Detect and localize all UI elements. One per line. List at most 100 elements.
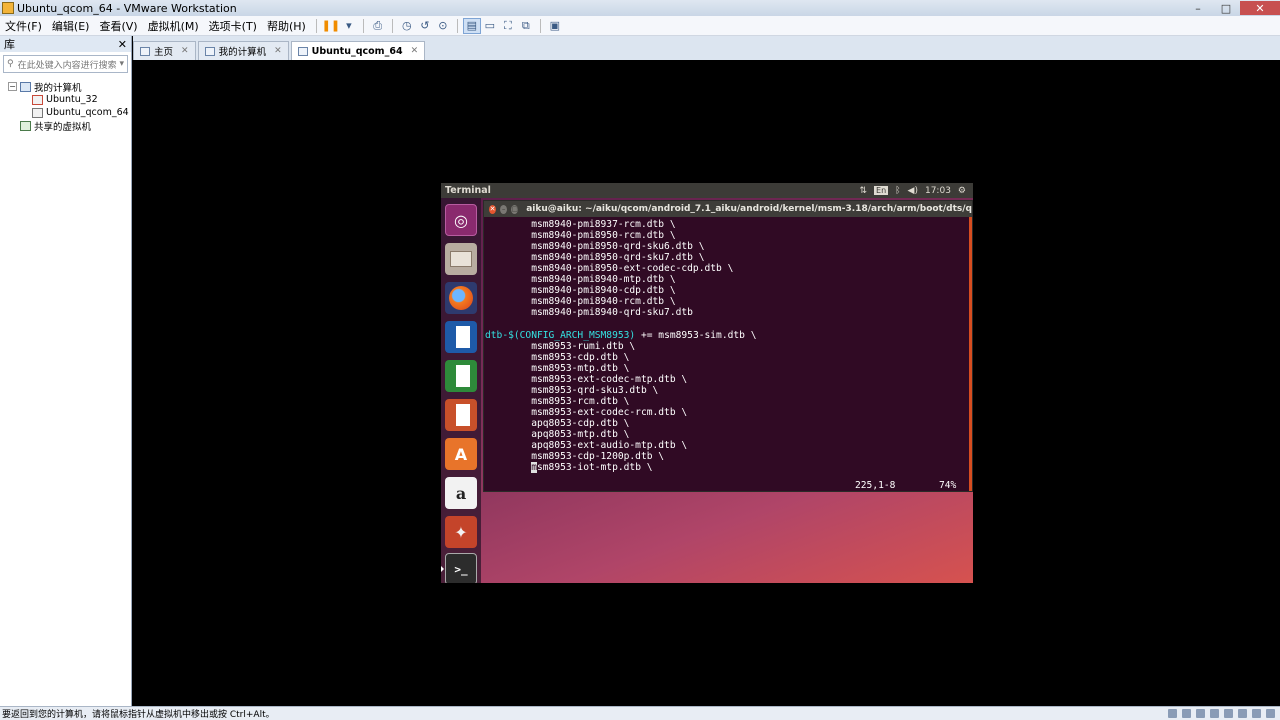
ubuntu-desktop[interactable]: Terminal ⇅ En ᛒ ◀) 17:03 ⚙ ◎ A a ✦ >_ ✕ … — [441, 183, 973, 583]
pause-dropdown-icon[interactable]: ▾ — [340, 18, 358, 34]
sound-card-icon[interactable] — [1224, 709, 1233, 718]
system-settings-icon[interactable]: ✦ — [445, 516, 477, 548]
libreoffice-calc-icon[interactable] — [445, 360, 477, 392]
message-log-icon[interactable] — [1266, 709, 1275, 718]
system-gear-icon[interactable]: ⚙ — [958, 186, 966, 196]
search-dropdown-icon[interactable]: ▾ — [119, 59, 124, 69]
collapse-toggle-icon[interactable]: − — [8, 82, 17, 91]
firefox-icon[interactable] — [445, 282, 477, 314]
tab-close-icon[interactable]: ✕ — [274, 46, 282, 56]
printer-icon[interactable] — [1238, 709, 1247, 718]
library-search-input[interactable]: ⚲ 在此处键入内容进行搜索 ▾ — [3, 55, 128, 73]
tree-label: Ubuntu_qcom_64 — [46, 107, 129, 118]
libreoffice-impress-icon[interactable] — [445, 399, 477, 431]
terminal-window[interactable]: ✕ – ▢ aiku@aiku: ~/aiku/qcom/android_7.1… — [483, 200, 973, 492]
minimize-button[interactable]: – — [1184, 1, 1212, 15]
terminal-scrollbar[interactable] — [969, 217, 972, 491]
usb-device-icon[interactable] — [1210, 709, 1219, 718]
keyboard-layout-indicator[interactable]: En — [874, 186, 889, 195]
terminal-maximize-button[interactable]: ▢ — [511, 204, 519, 214]
unity-icon[interactable]: ⧉ — [517, 18, 535, 34]
tree-label: Ubuntu_32 — [46, 94, 98, 105]
terminal-icon[interactable]: >_ — [445, 553, 477, 583]
terminal-minimize-button[interactable]: – — [500, 204, 508, 214]
terminal-close-button[interactable]: ✕ — [489, 204, 497, 214]
tree-item-ubuntu-qcom-64[interactable]: Ubuntu_qcom_64 — [8, 106, 131, 119]
terminal-line: msm8940-pmi8937-rcm.dtb \ — [485, 219, 676, 230]
terminal-titlebar: ✕ – ▢ aiku@aiku: ~/aiku/qcom/android_7.1… — [484, 201, 972, 217]
revert-snapshot-icon[interactable]: ↺ — [416, 18, 434, 34]
toolbar-separator — [539, 18, 541, 33]
tree-item-my-computer[interactable]: − 我的计算机 — [8, 80, 131, 94]
snapshot-icon[interactable]: ◷ — [398, 18, 416, 34]
library-close-icon[interactable]: ✕ — [118, 38, 127, 51]
maximize-button[interactable]: □ — [1212, 1, 1240, 15]
terminal-line: msm8940-pmi8950-ext-codec-cdp.dtb \ — [485, 263, 734, 274]
title-bar: Ubuntu_qcom_64 - VMware Workstation – □ … — [0, 0, 1280, 16]
search-placeholder: 在此处键入内容进行搜索 — [17, 60, 117, 71]
tab-close-icon[interactable]: ✕ — [181, 46, 189, 56]
console-view-icon[interactable]: ▣ — [546, 18, 564, 34]
terminal-line: apq8053-ext-audio-mtp.dtb \ — [485, 440, 688, 451]
tab-ubuntu-qcom-64[interactable]: Ubuntu_qcom_64 ✕ — [290, 41, 426, 60]
tab-close-icon[interactable]: ✕ — [411, 46, 419, 56]
menu-vm[interactable]: 虚拟机(M) — [143, 18, 204, 34]
amazon-icon[interactable]: a — [445, 477, 477, 509]
terminal-line: msm8953-rcm.dtb \ — [485, 396, 630, 407]
terminal-content[interactable]: msm8940-pmi8937-rcm.dtb \ msm8940-pmi895… — [484, 217, 972, 491]
status-message: 要返回到您的计算机，请将鼠标指针从虚拟机中移出或按 Ctrl+Alt。 — [2, 710, 275, 720]
menu-edit[interactable]: 编辑(E) — [47, 18, 95, 34]
full-screen-icon[interactable]: ⛶ — [499, 18, 517, 34]
pause-icon[interactable]: ❚❚ — [322, 18, 340, 34]
vim-scroll-percent: 74% — [939, 480, 957, 491]
tab-my-computer[interactable]: 我的计算机 ✕ — [197, 41, 289, 60]
dash-icon[interactable]: ◎ — [445, 204, 477, 236]
active-app-title: Terminal — [445, 185, 491, 196]
terminal-title: aiku@aiku: ~/aiku/qcom/android_7.1_aiku/… — [526, 204, 972, 214]
menu-tabs[interactable]: 选项卡(T) — [204, 18, 262, 34]
cd-dvd-icon[interactable] — [1182, 709, 1191, 718]
close-button[interactable]: ✕ — [1240, 1, 1280, 15]
shared-vms-icon — [20, 120, 31, 131]
bluetooth-icon[interactable]: ᛒ — [895, 186, 900, 196]
tab-label: 我的计算机 — [218, 47, 267, 58]
libreoffice-writer-icon[interactable] — [445, 321, 477, 353]
clock[interactable]: 17:03 — [925, 186, 951, 196]
menu-bar: 文件(F) 编辑(E) 查看(V) 虚拟机(M) 选项卡(T) 帮助(H) ❚❚… — [0, 16, 1280, 36]
dtb-assignment: += msm8953-sim.dtb \ — [635, 330, 757, 341]
library-title: 库 — [4, 38, 15, 51]
terminal-line: apq8053-mtp.dtb \ — [485, 429, 630, 440]
snapshot-manager-icon[interactable]: ⊙ — [434, 18, 452, 34]
window-title: Ubuntu_qcom_64 - VMware Workstation — [17, 1, 237, 15]
display-icon[interactable] — [1252, 709, 1261, 718]
files-icon[interactable] — [445, 243, 477, 275]
vm-icon — [32, 107, 43, 118]
menu-file[interactable]: 文件(F) — [0, 18, 47, 34]
tree-label: 我的计算机 — [34, 82, 82, 94]
vmware-logo-icon — [2, 2, 14, 14]
vmware-window: Ubuntu_qcom_64 - VMware Workstation – □ … — [0, 0, 1280, 720]
tab-home[interactable]: 主页 ✕ — [133, 41, 196, 60]
tree-item-ubuntu-32[interactable]: Ubuntu_32 — [8, 93, 131, 106]
network-adapter-icon[interactable] — [1196, 709, 1205, 718]
terminal-line-dtb: dtb-$(CONFIG_ARCH_MSM8953) += msm8953-si… — [485, 330, 756, 341]
computer-icon — [204, 46, 215, 56]
terminal-line: msm8953-qrd-sku3.dtb \ — [485, 385, 659, 396]
library-tree: − 我的计算机 Ubuntu_32 Ubuntu_qcom_64 共享的虚拟机 — [0, 76, 131, 133]
send-ctrl-alt-del-icon[interactable]: ⎙ — [369, 18, 387, 34]
volume-icon[interactable]: ◀) — [908, 186, 918, 196]
menu-view[interactable]: 查看(V) — [94, 18, 142, 34]
terminal-line: msm8940-pmi8950-qrd-sku7.dtb \ — [485, 252, 705, 263]
toolbar-separator — [362, 18, 364, 33]
terminal-line: msm8953-mtp.dtb \ — [485, 363, 630, 374]
tree-item-shared-vms[interactable]: 共享的虚拟机 — [8, 119, 131, 133]
menu-help[interactable]: 帮助(H) — [262, 18, 311, 34]
tab-label: 主页 — [154, 47, 174, 58]
terminal-line-cursor: msm8953-iot-mtp.dtb \ — [485, 462, 653, 473]
hard-disk-icon[interactable] — [1168, 709, 1177, 718]
show-library-icon[interactable]: ▤ — [462, 17, 481, 34]
thumbnail-bar-icon[interactable]: ▭ — [481, 18, 499, 34]
network-sort-icon[interactable]: ⇅ — [859, 186, 867, 196]
search-icon: ⚲ — [7, 59, 14, 69]
software-center-icon[interactable]: A — [445, 438, 477, 470]
